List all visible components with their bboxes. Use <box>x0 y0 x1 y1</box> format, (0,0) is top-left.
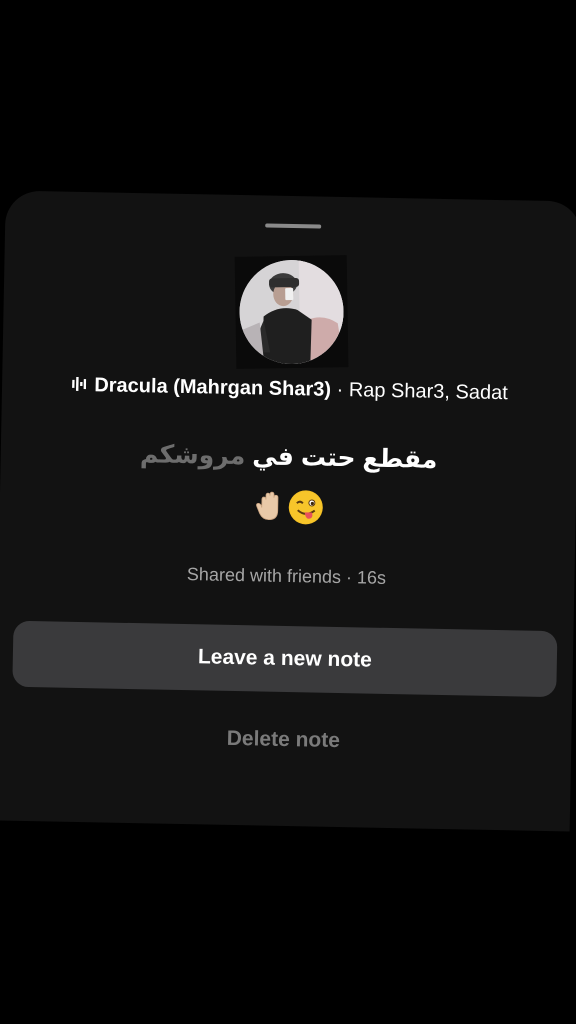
winking-tongue-face-emoji-icon <box>288 489 324 525</box>
delete-note-button[interactable]: Delete note <box>0 722 571 757</box>
song-attachment[interactable]: Dracula (Mahrgan Shar3) · Rap Shar3, Sad… <box>2 372 576 406</box>
song-artist: Rap Shar3, Sadat <box>348 379 508 405</box>
raised-hand-emoji-icon <box>252 489 287 524</box>
song-separator: · <box>336 378 344 402</box>
note-emojis <box>0 483 576 529</box>
avatar-frame <box>234 255 349 369</box>
note-bottom-sheet: Dracula (Mahrgan Shar3) · Rap Shar3, Sad… <box>0 190 576 832</box>
note-text-secondary: مروشكم <box>139 440 246 471</box>
screen: Dracula (Mahrgan Shar3) · Rap Shar3, Sad… <box>0 0 576 1024</box>
note-text-primary: مقطع حتت في <box>252 442 438 474</box>
shared-status: Shared with friends · 16s <box>186 564 387 588</box>
audio-bars-icon <box>72 374 87 397</box>
avatar[interactable] <box>238 259 345 365</box>
song-title: Dracula (Mahrgan Shar3) <box>94 374 332 401</box>
leave-new-note-button[interactable]: Leave a new note <box>12 620 558 698</box>
note-text: مقطع حتت في مروشكم <box>1 436 576 477</box>
profile-photo-icon <box>238 259 345 365</box>
drag-handle-icon[interactable] <box>265 223 322 229</box>
